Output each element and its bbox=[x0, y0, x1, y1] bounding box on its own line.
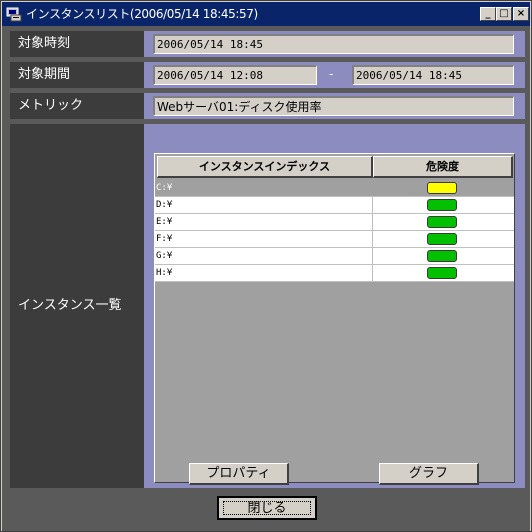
target-time-label: 対象時刻 bbox=[10, 31, 144, 57]
table-row[interactable]: C:¥ bbox=[155, 180, 514, 197]
close-button[interactable]: 閉じる bbox=[217, 496, 317, 520]
period-end-field: 2006/05/14 18:45 bbox=[352, 65, 514, 85]
dialog-body: 対象時刻 2006/05/14 18:45 対象期間 2006/05/14 12… bbox=[2, 26, 530, 531]
period-separator: - bbox=[329, 67, 334, 81]
focus-rect bbox=[223, 501, 311, 515]
instance-name: E:¥ bbox=[156, 217, 173, 227]
risk-indicator-icon bbox=[427, 182, 457, 194]
risk-indicator-icon bbox=[427, 250, 457, 262]
instance-name: F:¥ bbox=[156, 234, 173, 244]
column-header-instance-index[interactable]: インスタンスインデックス bbox=[157, 156, 373, 178]
table-row[interactable]: G:¥ bbox=[155, 248, 514, 265]
table-row[interactable]: D:¥ bbox=[155, 197, 514, 214]
close-window-button[interactable]: × bbox=[513, 7, 529, 21]
table-row[interactable]: F:¥ bbox=[155, 231, 514, 248]
target-time-field: 2006/05/14 18:45 bbox=[153, 34, 514, 54]
instance-name: D:¥ bbox=[156, 200, 173, 210]
cell-divider bbox=[372, 265, 373, 281]
instance-list-label: インスタンス一覧 bbox=[10, 124, 144, 488]
risk-indicator-icon bbox=[427, 233, 457, 245]
cell-divider bbox=[372, 231, 373, 247]
table-row[interactable]: E:¥ bbox=[155, 214, 514, 231]
instance-name: C:¥ bbox=[156, 183, 173, 193]
instance-list-window: インスタンスリスト(2006/05/14 18:45:57) _ □ × 対象時… bbox=[0, 0, 532, 532]
cell-divider bbox=[372, 214, 373, 230]
minimize-button[interactable]: _ bbox=[480, 7, 496, 21]
table-row[interactable]: H:¥ bbox=[155, 265, 514, 282]
cell-divider bbox=[372, 248, 373, 264]
metric-label: メトリック bbox=[10, 93, 144, 119]
window-title: インスタンスリスト(2006/05/14 18:45:57) bbox=[26, 7, 258, 21]
app-icon bbox=[6, 7, 22, 22]
instance-name: G:¥ bbox=[156, 251, 173, 261]
instance-name: H:¥ bbox=[156, 268, 173, 278]
instance-table[interactable]: インスタンスインデックス 危険度 C:¥ D:¥ E:¥ F:¥ G:¥ H:¥ bbox=[154, 153, 515, 483]
risk-indicator-icon bbox=[427, 267, 457, 279]
properties-button[interactable]: プロパティ bbox=[189, 463, 289, 485]
metric-field: Webサーバ01:ディスク使用率 bbox=[153, 96, 514, 116]
target-period-label: 対象期間 bbox=[10, 62, 144, 88]
column-header-risk[interactable]: 危険度 bbox=[373, 156, 513, 178]
maximize-button[interactable]: □ bbox=[496, 7, 512, 21]
cell-divider bbox=[372, 197, 373, 213]
period-start-field: 2006/05/14 12:08 bbox=[153, 65, 317, 85]
risk-indicator-icon bbox=[427, 199, 457, 211]
graph-button[interactable]: グラフ bbox=[379, 463, 479, 485]
title-bar[interactable]: インスタンスリスト(2006/05/14 18:45:57) _ □ × bbox=[2, 2, 530, 26]
risk-indicator-icon bbox=[427, 216, 457, 228]
